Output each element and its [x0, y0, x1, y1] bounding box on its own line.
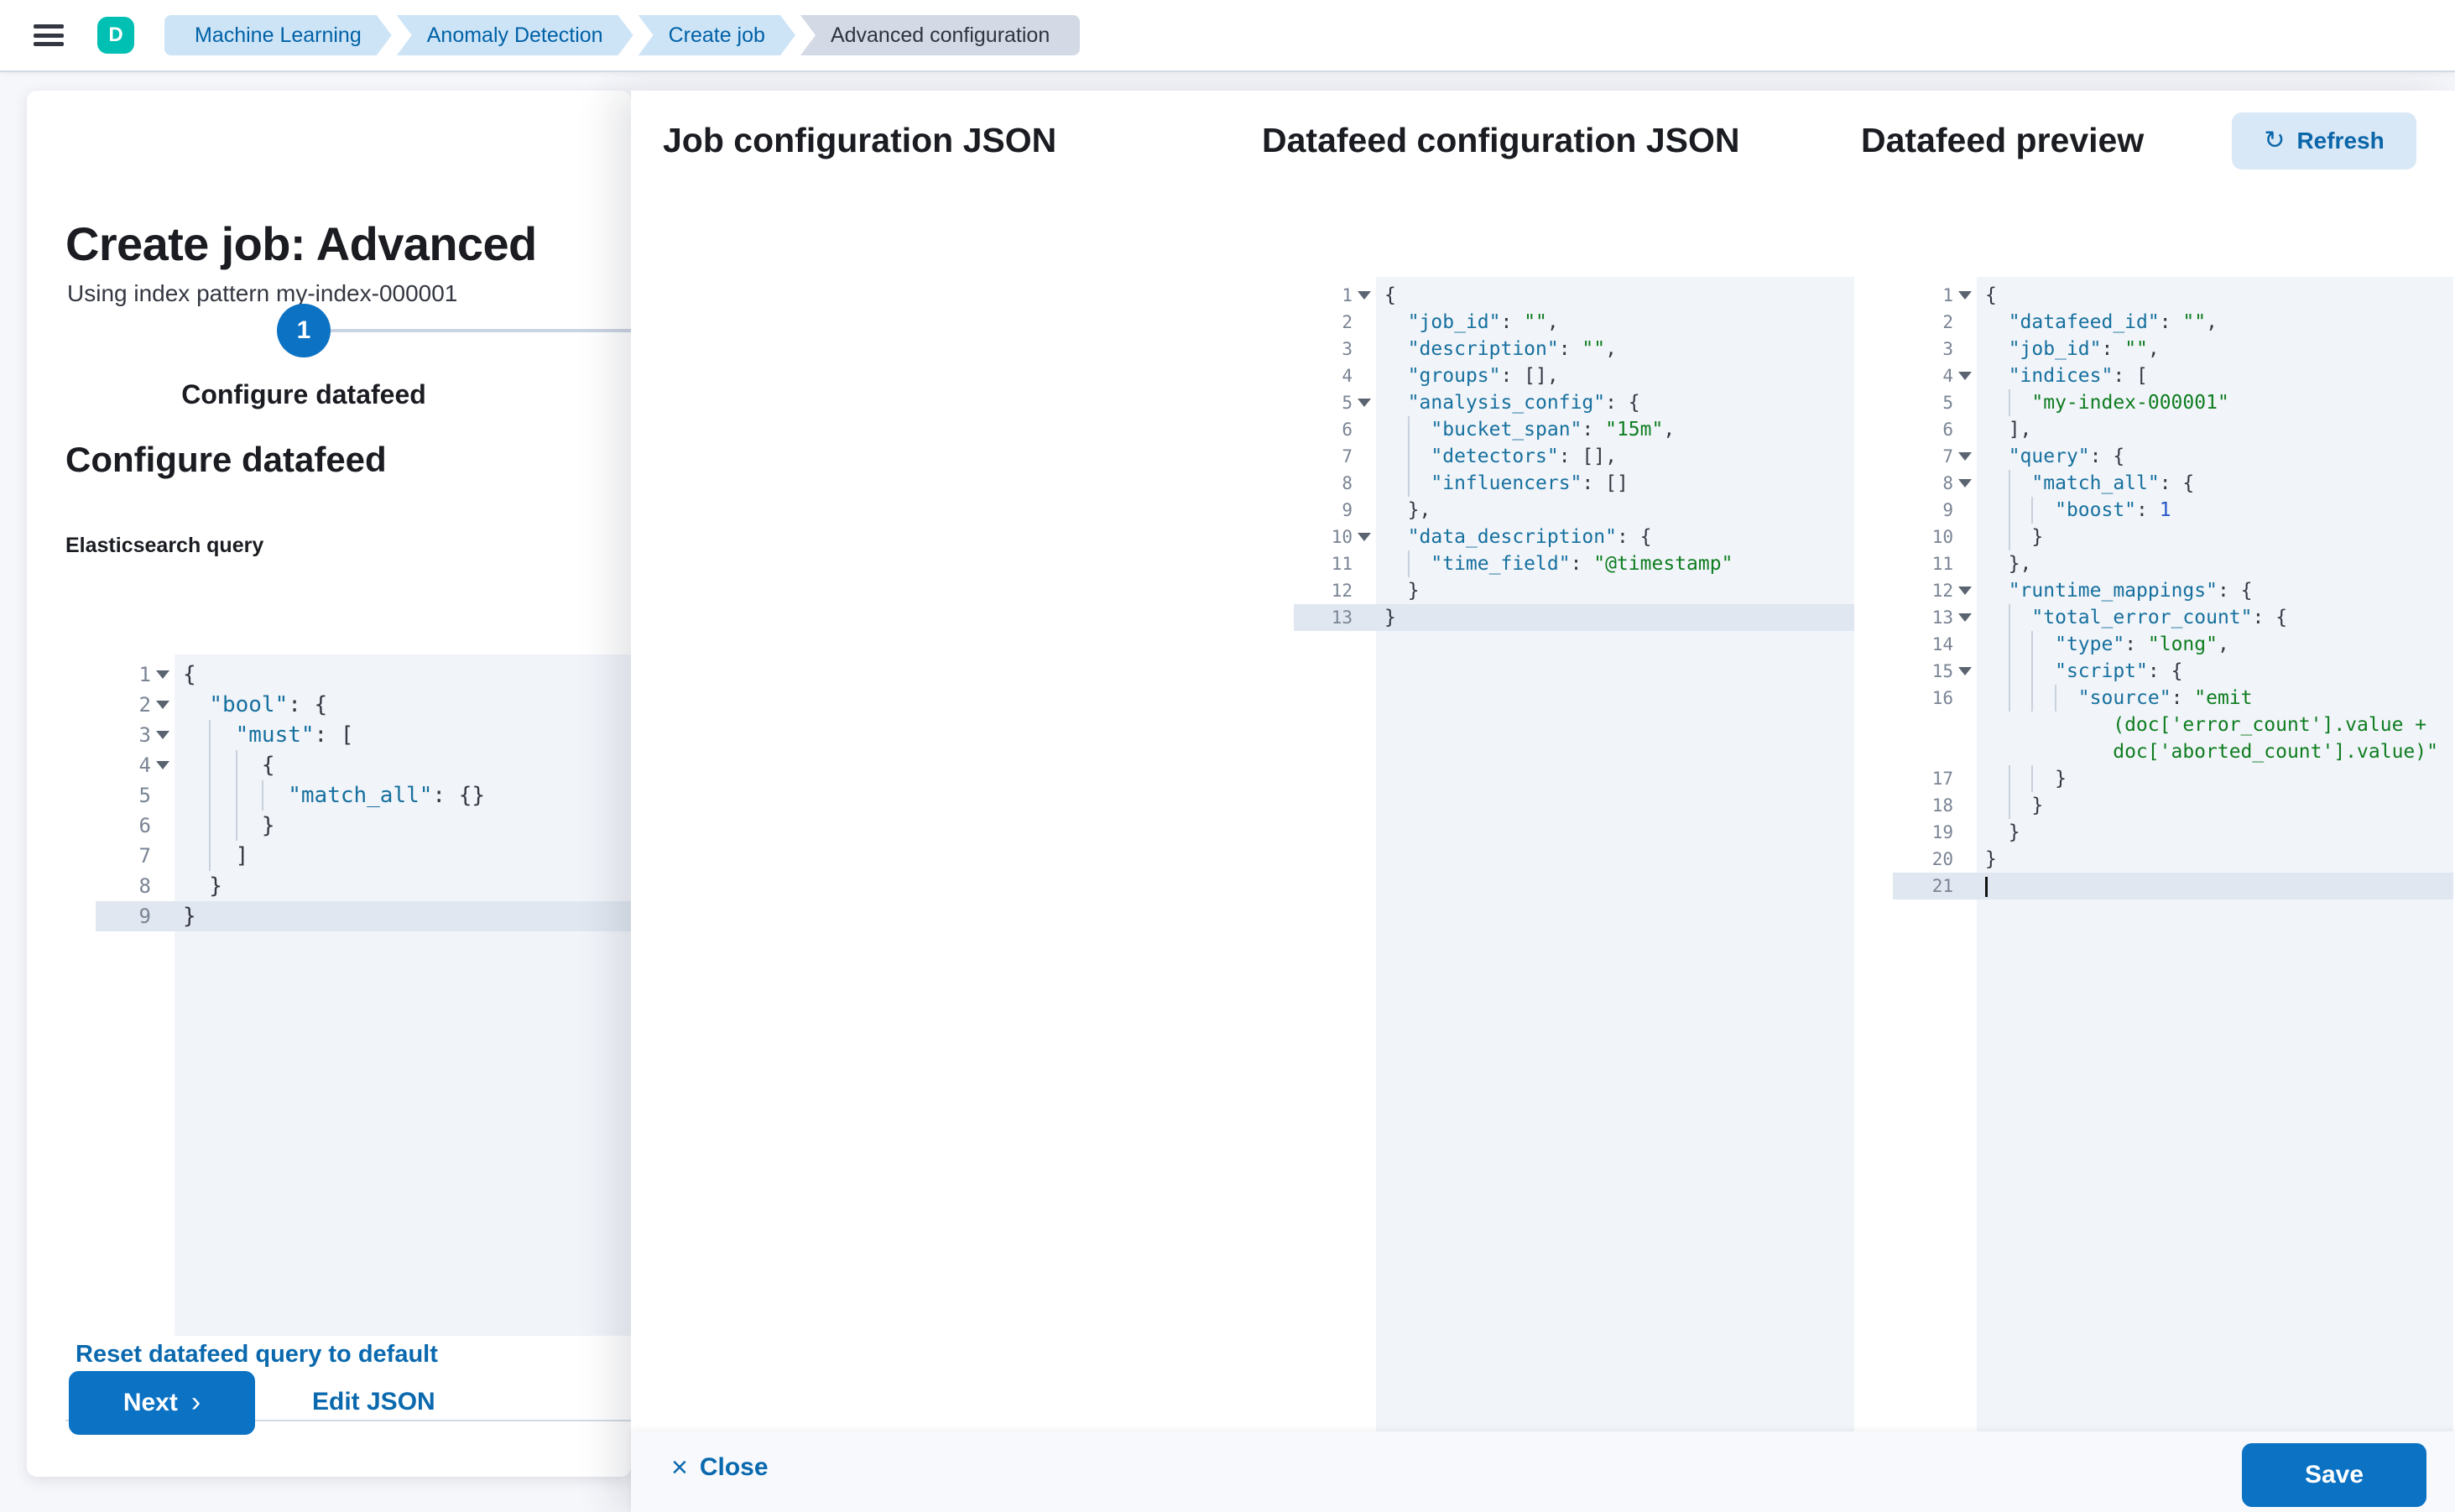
- section-heading: Configure datafeed: [65, 440, 387, 480]
- refresh-button[interactable]: ↻ Refresh: [2232, 112, 2416, 169]
- code-line: 2 "bool": {: [96, 690, 658, 720]
- chevron-right-icon: ›: [191, 1388, 201, 1416]
- code-line: 16 "source": "emit: [1893, 685, 2453, 712]
- code-line: 15 "script": {: [1893, 658, 2453, 685]
- page-title: Create job: Advanced: [65, 216, 537, 271]
- code-line: 9}: [96, 901, 658, 931]
- close-button[interactable]: × Close: [671, 1453, 769, 1482]
- datafeed-config-editor[interactable]: 1{2 "datafeed_id": "",3 "job_id": "",4 "…: [1893, 277, 2453, 1499]
- code-line: (doc['error_count'].value +: [1893, 712, 2453, 738]
- step-connector-line: [331, 329, 631, 332]
- code-line: 10 }: [1893, 524, 2453, 550]
- code-line: 8 }: [96, 871, 658, 901]
- breadcrumb-machine-learning[interactable]: Machine Learning: [164, 15, 392, 55]
- code-line: 7 ]: [96, 841, 658, 871]
- code-line: 4 {: [96, 750, 658, 780]
- code-line: 9 "boost": 1: [1893, 497, 2453, 524]
- page-subtitle: Using index pattern my-index-000001: [67, 280, 457, 307]
- step-1-indicator[interactable]: 1: [277, 304, 331, 357]
- refresh-button-label: Refresh: [2296, 128, 2384, 154]
- fold-arrow-icon[interactable]: [1958, 667, 1972, 675]
- code-line: 3 "job_id": "",: [1893, 336, 2453, 362]
- code-line: 21: [1893, 873, 2453, 899]
- code-line: 2 "datafeed_id": "",: [1893, 309, 2453, 336]
- code-line: 7 "query": {: [1893, 443, 2453, 470]
- breadcrumb: Machine Learning Anomaly Detection Creat…: [159, 15, 1080, 55]
- step-1-label: Configure datafeed: [102, 379, 505, 410]
- close-button-label: Close: [700, 1453, 769, 1482]
- datafeed-config-title: Datafeed configuration JSON: [1262, 121, 1740, 160]
- top-header: D Machine Learning Anomaly Detection Cre…: [0, 0, 2455, 72]
- code-line: 12 "runtime_mappings": {: [1893, 577, 2453, 604]
- breadcrumb-anomaly-detection[interactable]: Anomaly Detection: [397, 15, 633, 55]
- code-line: 6 ],: [1893, 416, 2453, 443]
- fold-arrow-icon[interactable]: [156, 731, 169, 739]
- fold-arrow-icon[interactable]: [1958, 479, 1972, 487]
- code-line: doc['aborted_count'].value)": [1893, 738, 2453, 765]
- fold-arrow-icon[interactable]: [156, 701, 169, 709]
- code-line: 3 "description": "",: [1294, 336, 1854, 362]
- elasticsearch-query-label: Elasticsearch query: [65, 534, 263, 558]
- code-line: 4 "indices": [: [1893, 362, 2453, 389]
- code-line: 7 "detectors": [],: [1294, 443, 1854, 470]
- job-config-title: Job configuration JSON: [663, 121, 1056, 160]
- flyout-footer: × Close Save: [631, 1431, 2455, 1512]
- fold-arrow-icon[interactable]: [1958, 452, 1972, 461]
- next-button[interactable]: Next ›: [69, 1371, 255, 1435]
- code-line: 2 "job_id": "",: [1294, 309, 1854, 336]
- menu-icon[interactable]: [34, 24, 64, 46]
- space-avatar[interactable]: D: [97, 17, 134, 54]
- code-line: 11 "time_field": "@timestamp": [1294, 550, 1854, 577]
- code-line: 9 },: [1294, 497, 1854, 524]
- fold-arrow-icon[interactable]: [1958, 291, 1972, 300]
- code-line: 19 }: [1893, 819, 2453, 846]
- reset-datafeed-query-link[interactable]: Reset datafeed query to default: [76, 1341, 438, 1369]
- fold-arrow-icon[interactable]: [156, 761, 169, 769]
- fold-arrow-icon[interactable]: [1358, 533, 1371, 541]
- code-line: 6 "bucket_span": "15m",: [1294, 416, 1854, 443]
- next-button-label: Next: [123, 1389, 178, 1417]
- refresh-icon: ↻: [2264, 128, 2285, 154]
- code-line: 1{: [1893, 282, 2453, 309]
- close-icon: ×: [671, 1453, 688, 1482]
- code-line: 10 "data_description": {: [1294, 524, 1854, 550]
- fold-arrow-icon[interactable]: [1958, 613, 1972, 622]
- fold-arrow-icon[interactable]: [1358, 399, 1371, 407]
- wizard-panel: Create job: Advanced Using index pattern…: [27, 91, 631, 1477]
- fold-arrow-icon[interactable]: [156, 670, 169, 679]
- code-line: 18 }: [1893, 792, 2453, 819]
- code-line: 5 "my-index-000001": [1893, 389, 2453, 416]
- text-cursor: [1985, 877, 1988, 897]
- code-line: 5 "match_all": {}: [96, 780, 658, 811]
- code-line: 1{: [1294, 282, 1854, 309]
- code-line: 13 "total_error_count": {: [1893, 604, 2453, 631]
- code-line: 17 }: [1893, 765, 2453, 792]
- breadcrumb-create-job[interactable]: Create job: [639, 15, 795, 55]
- save-button[interactable]: Save: [2242, 1443, 2426, 1507]
- code-line: 20}: [1893, 846, 2453, 873]
- code-line: 8 "influencers": []: [1294, 470, 1854, 497]
- edit-json-flyout: Job configuration JSON Datafeed configur…: [631, 91, 2455, 1512]
- fold-arrow-icon[interactable]: [1358, 291, 1371, 300]
- job-config-editor[interactable]: 1{2 "job_id": "",3 "description": "",4 "…: [1294, 277, 1854, 1499]
- app-root: D Machine Learning Anomaly Detection Cre…: [0, 0, 2455, 1512]
- fold-arrow-icon[interactable]: [1958, 587, 1972, 595]
- code-line: 3 "must": [: [96, 720, 658, 750]
- code-line: 1{: [96, 660, 658, 690]
- code-line: 4 "groups": [],: [1294, 362, 1854, 389]
- breadcrumb-advanced-configuration: Advanced configuration: [800, 15, 1080, 55]
- edit-json-link[interactable]: Edit JSON: [312, 1388, 435, 1416]
- elasticsearch-query-editor[interactable]: 1{2 "bool": {3 "must": [4 {5 "match_all"…: [96, 654, 658, 1336]
- code-line: 12 }: [1294, 577, 1854, 604]
- datafeed-preview-title: Datafeed preview: [1861, 121, 2144, 160]
- code-line: 8 "match_all": {: [1893, 470, 2453, 497]
- code-line: 5 "analysis_config": {: [1294, 389, 1854, 416]
- fold-arrow-icon[interactable]: [1958, 372, 1972, 380]
- code-line: 11 },: [1893, 550, 2453, 577]
- code-line: 14 "type": "long",: [1893, 631, 2453, 658]
- code-line: 13}: [1294, 604, 1854, 631]
- code-line: 6 }: [96, 811, 658, 841]
